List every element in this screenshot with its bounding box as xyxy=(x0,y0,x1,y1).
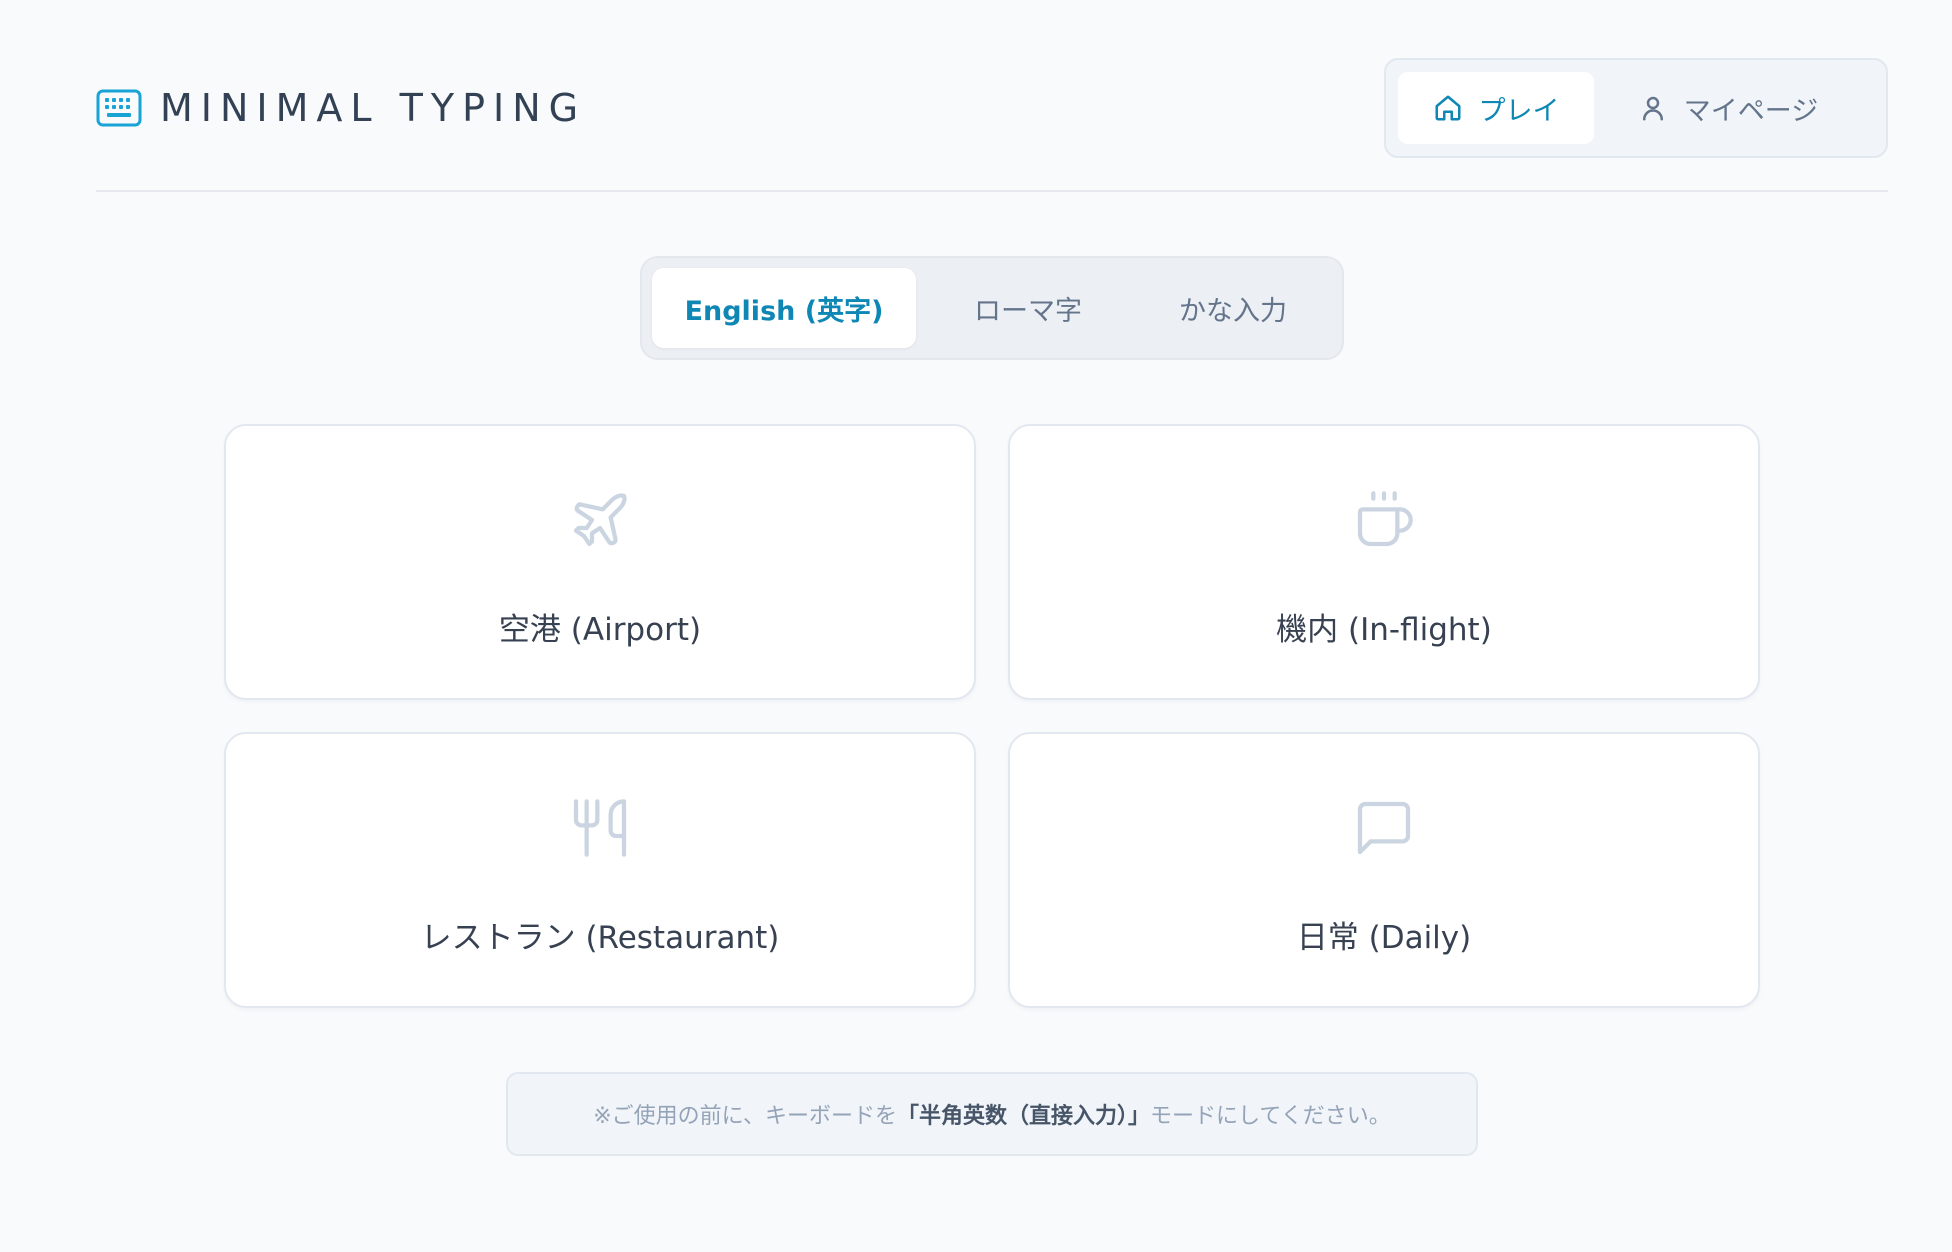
tab-english[interactable]: English (英字) xyxy=(652,268,916,348)
nav-play-button[interactable]: プレイ xyxy=(1398,72,1594,144)
notice-suffix: モードにしてください。 xyxy=(1150,1104,1391,1129)
nav-play-label: プレイ xyxy=(1478,95,1560,127)
input-mode-tabs: English (英字) ローマ字 かな入力 xyxy=(640,256,1344,360)
user-icon xyxy=(1642,96,1663,121)
home-icon xyxy=(1435,95,1460,121)
logo-text: MINIMAL TYPING xyxy=(160,86,587,130)
category-label: 空港 (Airport) xyxy=(498,612,702,648)
notice-prefix: ※ご使用の前に、キーボードを xyxy=(593,1104,898,1129)
notice-emphasis: 「半角英数（直接入力）」 xyxy=(897,1104,1151,1129)
category-card-airport[interactable]: 空港 (Airport) xyxy=(224,424,976,700)
ime-notice: ※ご使用の前に、キーボードを 「半角英数（直接入力）」 モードにしてください。 xyxy=(506,1072,1478,1156)
category-label: レストラン (Restaurant) xyxy=(420,920,780,956)
tab-kana[interactable]: かな入力 xyxy=(1140,268,1326,348)
tab-romaji[interactable]: ローマ字 xyxy=(916,268,1140,348)
category-card-daily[interactable]: 日常 (Daily) xyxy=(1008,732,1760,1008)
utensils-icon xyxy=(573,799,627,857)
category-label: 日常 (Daily) xyxy=(1296,920,1472,956)
coffee-cup-icon xyxy=(1357,491,1413,547)
plane-icon xyxy=(573,493,627,547)
category-card-restaurant[interactable]: レストラン (Restaurant) xyxy=(224,732,976,1008)
nav-mypage-label: マイページ xyxy=(1683,95,1819,127)
category-label: 機内 (In-flight) xyxy=(1276,612,1492,648)
logo[interactable]: MINIMAL TYPING xyxy=(96,86,586,130)
keyboard-icon xyxy=(96,89,142,127)
main-nav: プレイ マイページ xyxy=(1384,58,1888,158)
chat-bubble-icon xyxy=(1357,801,1411,855)
header: MINIMAL TYPING プレイ マイページ xyxy=(96,0,1888,192)
nav-mypage-button[interactable]: マイページ xyxy=(1594,72,1862,144)
category-card-inflight[interactable]: 機内 (In-flight) xyxy=(1008,424,1760,700)
